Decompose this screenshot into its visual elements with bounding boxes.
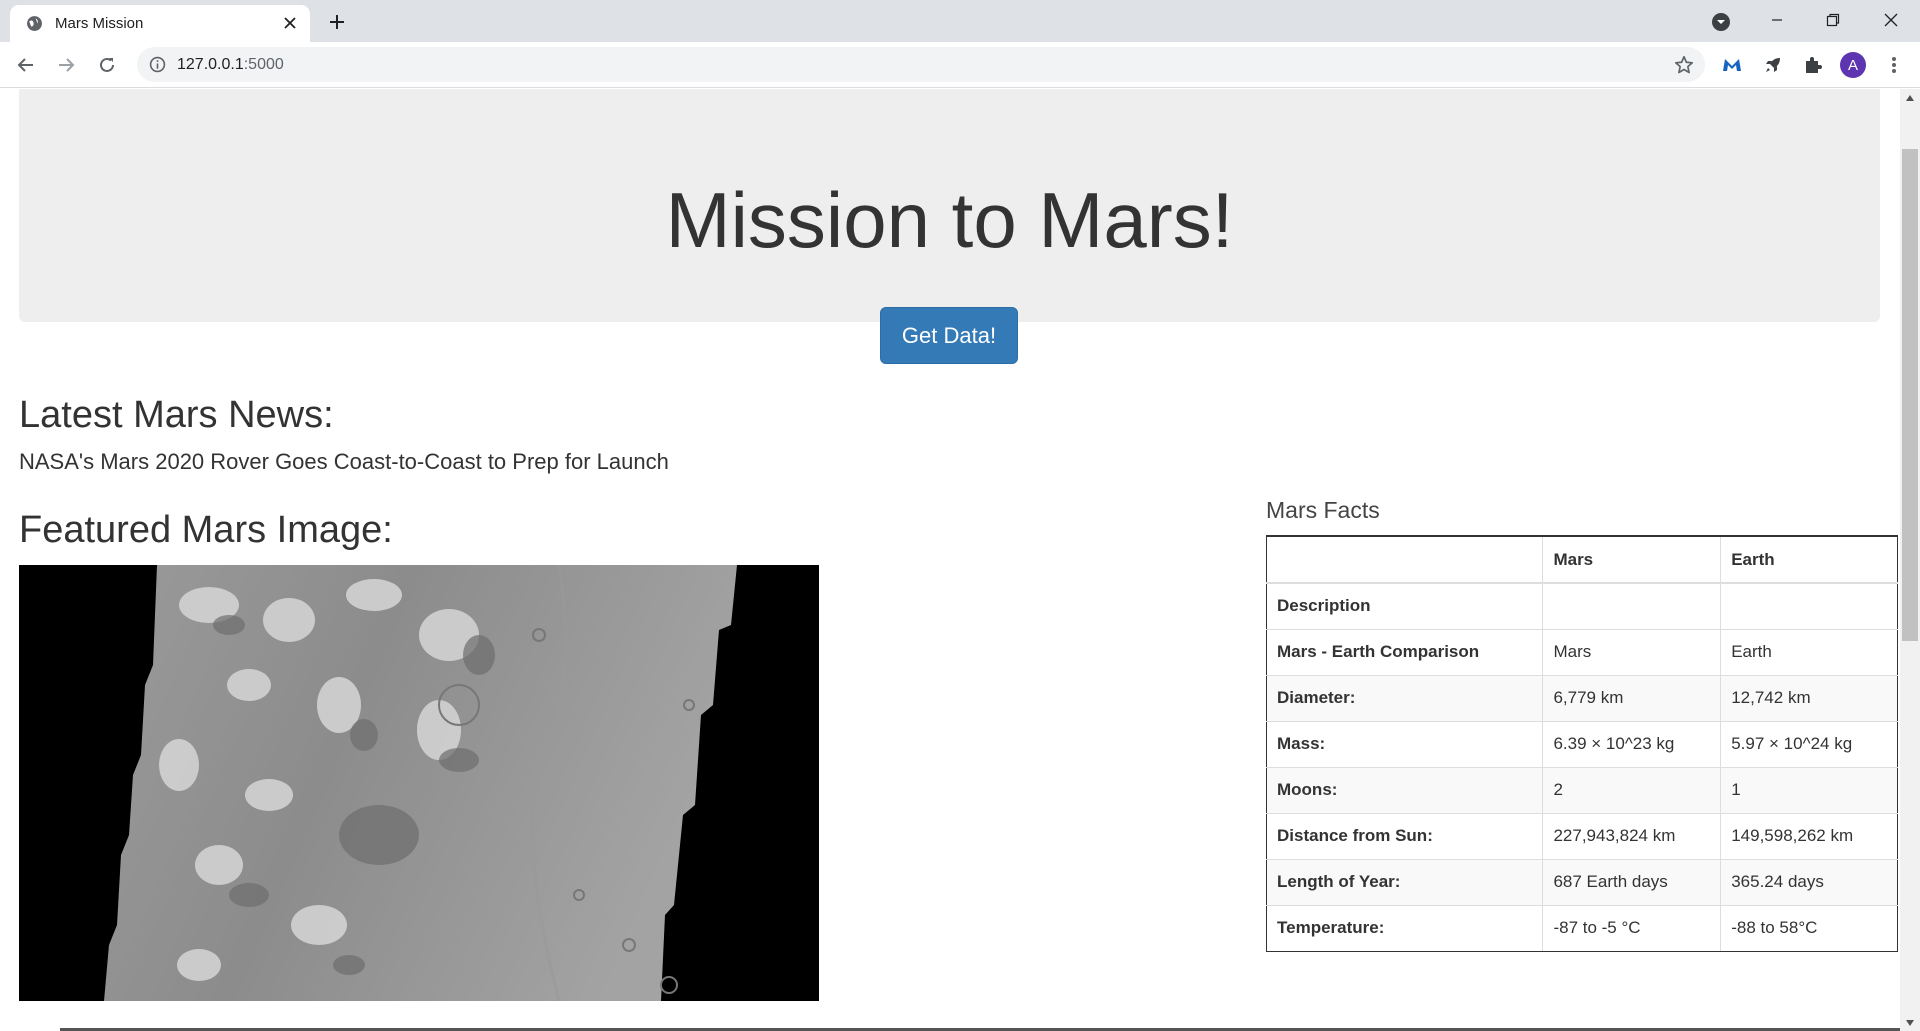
vertical-scrollbar[interactable]: [1900, 89, 1920, 1031]
restore-icon[interactable]: [1810, 0, 1856, 40]
rocket-extension-icon[interactable]: [1761, 53, 1785, 77]
featured-mars-image: [19, 565, 819, 1001]
mars-facts-table: Mars Earth Description Mars - Earth Comp…: [1265, 535, 1898, 952]
tab-search-icon[interactable]: [1711, 12, 1731, 32]
row-label: Length of Year:: [1265, 858, 1544, 906]
mars-value: Mars: [1542, 628, 1722, 676]
mars-value: 687 Earth days: [1542, 858, 1722, 906]
earth-value: Earth: [1720, 628, 1898, 676]
mars-value: [1542, 582, 1722, 630]
get-data-button[interactable]: Get Data!: [880, 307, 1018, 364]
scroll-down-arrow-icon[interactable]: [1900, 1014, 1920, 1031]
jumbotron: Mission to Mars!: [19, 89, 1880, 322]
table-row: Length of Year: 687 Earth days 365.24 days: [1265, 858, 1898, 906]
mars-value: 6.39 × 10^23 kg: [1542, 720, 1722, 768]
browser-toolbar: 127.0.0.1:5000 A: [0, 42, 1920, 88]
row-label: Moons:: [1265, 766, 1544, 814]
site-info-icon[interactable]: [149, 56, 166, 73]
table-row: Mass: 6.39 × 10^23 kg 5.97 × 10^24 kg: [1265, 720, 1898, 768]
facts-caption: Mars Facts: [1266, 497, 1380, 523]
close-tab-icon[interactable]: [280, 13, 300, 33]
table-row: Mars - Earth Comparison Mars Earth: [1265, 628, 1898, 676]
earth-value: 5.97 × 10^24 kg: [1720, 720, 1898, 768]
page-viewport: Mission to Mars! Get Data! Latest Mars N…: [0, 89, 1900, 1031]
column-header: Mars: [1542, 535, 1722, 584]
column-header: Earth: [1720, 535, 1898, 584]
scrollbar-thumb[interactable]: [1902, 149, 1918, 641]
forward-arrow-icon[interactable]: [52, 51, 80, 79]
row-label: Diameter:: [1265, 674, 1544, 722]
mars-value: 2: [1542, 766, 1722, 814]
table-row: Distance from Sun: 227,943,824 km 149,598,…: [1265, 812, 1898, 860]
news-heading: Latest Mars News:: [19, 394, 334, 436]
extensions-puzzle-icon[interactable]: [1801, 53, 1825, 77]
row-label: Temperature:: [1265, 904, 1544, 952]
row-label: Description: [1265, 582, 1544, 630]
browser-tab[interactable]: Mars Mission: [10, 5, 310, 42]
news-title: NASA's Mars 2020 Rover Goes Coast-to-Coa…: [19, 449, 669, 474]
page-title: Mission to Mars!: [665, 176, 1234, 264]
url-text: 127.0.0.1:5000: [177, 56, 284, 74]
address-bar[interactable]: 127.0.0.1:5000: [137, 47, 1705, 82]
mars-value: 227,943,824 km: [1542, 812, 1722, 860]
row-label: Distance from Sun:: [1265, 812, 1544, 860]
table-row: Moons: 2 1: [1265, 766, 1898, 814]
tab-strip: Mars Mission: [0, 0, 1920, 42]
url-host: 127.0.0.1: [177, 56, 244, 73]
scroll-up-arrow-icon[interactable]: [1900, 89, 1920, 106]
earth-value: [1720, 582, 1898, 630]
profile-avatar[interactable]: A: [1840, 52, 1866, 78]
earth-value: 12,742 km: [1720, 674, 1898, 722]
table-row: Temperature: -87 to -5 °C -88 to 58°C: [1265, 904, 1898, 952]
new-tab-icon[interactable]: [325, 10, 349, 34]
globe-icon: [27, 16, 42, 31]
earth-value: -88 to 58°C: [1720, 904, 1898, 952]
close-window-icon[interactable]: [1868, 0, 1914, 40]
mars-terrain-image: [19, 565, 819, 1001]
earth-value: 365.24 days: [1720, 858, 1898, 906]
mars-value: -87 to -5 °C: [1542, 904, 1722, 952]
row-label: Mass:: [1265, 720, 1544, 768]
bookmark-star-icon[interactable]: [1673, 54, 1695, 76]
reload-icon[interactable]: [93, 51, 121, 79]
minimize-icon[interactable]: [1754, 0, 1800, 40]
row-label: Mars - Earth Comparison: [1265, 628, 1544, 676]
mars-value: 6,779 km: [1542, 674, 1722, 722]
table-row: Description: [1265, 582, 1898, 630]
column-header: [1265, 535, 1544, 584]
table-header-row: Mars Earth: [1265, 535, 1898, 584]
table-row: Diameter: 6,779 km 12,742 km: [1265, 674, 1898, 722]
back-arrow-icon[interactable]: [12, 51, 40, 79]
more-menu-icon[interactable]: [1882, 53, 1906, 77]
url-port: :5000: [243, 56, 284, 73]
tab-title: Mars Mission: [55, 15, 144, 32]
malwarebytes-extension-icon[interactable]: [1720, 53, 1744, 77]
earth-value: 1: [1720, 766, 1898, 814]
earth-value: 149,598,262 km: [1720, 812, 1898, 860]
featured-image-heading: Featured Mars Image:: [19, 509, 393, 551]
